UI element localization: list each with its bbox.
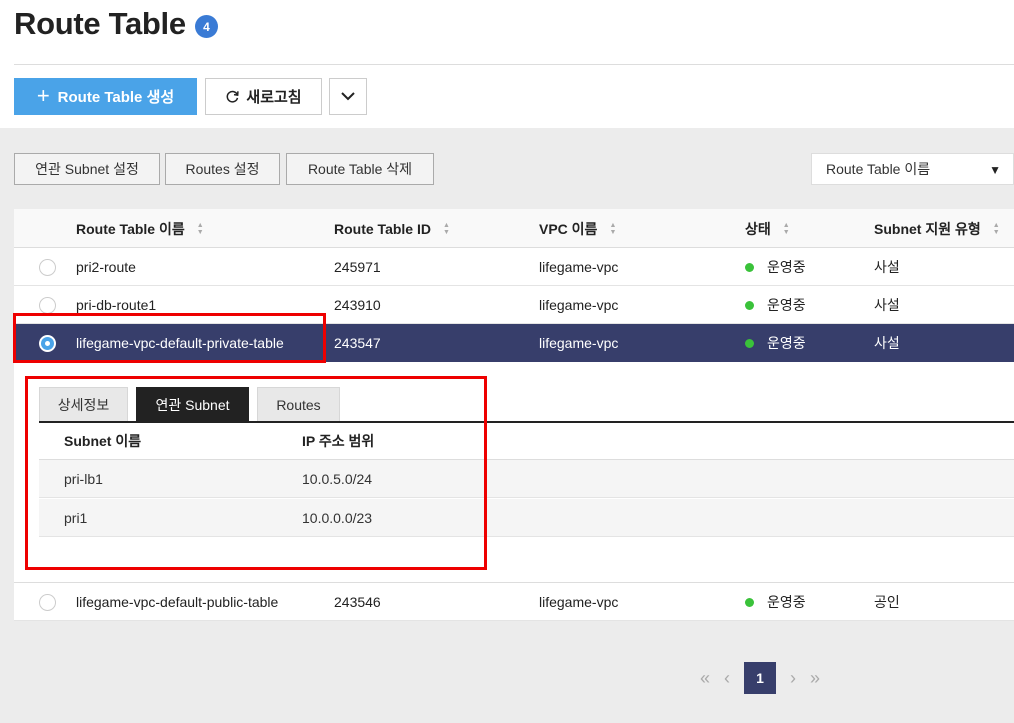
filter-selected-value: Route Table 이름: [826, 161, 931, 177]
table-header: Route Table 이름 ▲ ▼ Route Table ID ▲ ▼ VPC …: [14, 209, 1014, 248]
create-button-label: Route Table 생성: [57, 89, 175, 106]
chevron-down-icon: [341, 92, 355, 101]
tab-assoc-subnet[interactable]: 연관 Subnet: [136, 387, 249, 421]
subnet-range: 10.0.5.0/24: [302, 470, 373, 487]
subnet-name: pri1: [64, 509, 88, 526]
subnet-column-range: IP 주소 범위: [302, 433, 375, 449]
column-header-id[interactable]: Route Table ID ▲ ▼: [334, 209, 450, 248]
table-row-selected[interactable]: lifegame-vpc-default-private-table 24354…: [14, 324, 1014, 362]
row-name: pri-db-route1: [76, 297, 157, 313]
refresh-button[interactable]: 새로고침: [205, 78, 322, 115]
subnet-table-header: Subnet 이름 IP 주소 범위: [39, 423, 1014, 460]
refresh-icon: [226, 90, 240, 103]
next-page-icon[interactable]: ›: [790, 668, 796, 689]
delete-route-table-button[interactable]: Route Table 삭제: [286, 153, 434, 185]
subnet-range: 10.0.0.0/23: [302, 509, 373, 526]
table-row[interactable]: pri2-route 245971 lifegame-vpc 운영중 사설: [14, 248, 1014, 286]
row-id: 243547: [334, 335, 381, 351]
status-dot-icon: [745, 300, 754, 310]
first-page-icon[interactable]: «: [700, 668, 710, 689]
sort-icon: ▲ ▼: [782, 221, 790, 236]
more-options-button[interactable]: [329, 78, 367, 115]
sort-icon: ▲ ▼: [442, 221, 450, 236]
search-filter-select[interactable]: Route Table 이름 ▼: [811, 153, 1014, 185]
column-header-status[interactable]: 상태 ▲ ▼: [745, 209, 790, 248]
row-vpc: lifegame-vpc: [539, 297, 619, 313]
last-page-icon[interactable]: »: [810, 668, 820, 689]
create-route-table-button[interactable]: + Route Table 생성: [14, 78, 197, 115]
sort-icon: ▲ ▼: [196, 221, 204, 236]
detail-panel: 상세정보 연관 Subnet Routes Subnet 이름 IP 주소 범위…: [14, 362, 1014, 583]
status-dot-icon: [745, 262, 754, 272]
row-radio[interactable]: [39, 297, 56, 314]
tab-routes[interactable]: Routes: [257, 387, 340, 421]
page-number-current[interactable]: 1: [744, 662, 777, 694]
row-radio[interactable]: [39, 594, 56, 611]
status-dot-icon: [745, 597, 754, 607]
route-table-list: Route Table 이름 ▲ ▼ Route Table ID ▲ ▼ VPC …: [14, 209, 1014, 621]
column-header-vpc[interactable]: VPC 이름 ▲ ▼: [539, 209, 616, 248]
row-status: 운영중: [745, 286, 806, 324]
column-header-name[interactable]: Route Table 이름 ▲ ▼: [76, 209, 204, 248]
pagination: « ‹ 1 › »: [700, 662, 820, 694]
row-subnet-type: 공인: [874, 594, 900, 610]
table-row[interactable]: pri-db-route1 243910 lifegame-vpc 운영중 사설: [14, 286, 1014, 324]
row-vpc: lifegame-vpc: [539, 259, 619, 275]
prev-page-icon[interactable]: ‹: [724, 668, 730, 689]
status-dot-icon: [745, 338, 754, 348]
divider: [14, 64, 1014, 65]
routes-settings-button[interactable]: Routes 설정: [165, 153, 280, 185]
plus-icon: +: [36, 82, 50, 108]
row-subnet-type: 사설: [874, 335, 900, 351]
subnet-column-name: Subnet 이름: [64, 433, 142, 449]
row-status: 운영중: [745, 324, 806, 362]
table-row[interactable]: lifegame-vpc-default-public-table 243546…: [14, 583, 1014, 621]
count-badge: 4: [195, 15, 218, 38]
row-radio[interactable]: [39, 259, 56, 276]
row-vpc: lifegame-vpc: [539, 335, 619, 351]
assoc-subnet-settings-button[interactable]: 연관 Subnet 설정: [14, 153, 160, 185]
subnet-name: pri-lb1: [64, 470, 103, 487]
column-header-subnet-type[interactable]: Subnet 지원 유형 ▲ ▼: [874, 209, 1000, 248]
page-title: Route Table: [14, 6, 186, 41]
page-header: Route Table 4 + Route Table 생성 새로고침: [0, 0, 1014, 128]
detail-tabs: 상세정보 연관 Subnet Routes: [39, 387, 340, 421]
row-id: 243910: [334, 297, 381, 313]
subnet-row: pri-lb1 10.0.5.0/24: [39, 460, 1014, 498]
content-area: 연관 Subnet 설정 Routes 설정 Route Table 삭제 Ro…: [0, 128, 1014, 723]
row-status: 운영중: [745, 583, 806, 621]
sort-icon: ▲ ▼: [992, 221, 1000, 236]
sort-icon: ▲ ▼: [609, 221, 617, 236]
row-id: 245971: [334, 259, 381, 275]
row-name: lifegame-vpc-default-public-table: [76, 594, 279, 610]
refresh-button-label: 새로고침: [246, 89, 302, 106]
row-vpc: lifegame-vpc: [539, 594, 619, 610]
row-subnet-type: 사설: [874, 297, 900, 313]
dropdown-arrow-icon: ▼: [989, 163, 1001, 177]
row-name: pri2-route: [76, 259, 136, 275]
subnet-row: pri1 10.0.0.0/23: [39, 499, 1014, 537]
row-id: 243546: [334, 594, 381, 610]
row-status: 운영중: [745, 248, 806, 286]
row-subnet-type: 사설: [874, 259, 900, 275]
tab-details[interactable]: 상세정보: [39, 387, 128, 421]
row-name: lifegame-vpc-default-private-table: [76, 335, 284, 351]
row-radio[interactable]: [39, 335, 56, 352]
